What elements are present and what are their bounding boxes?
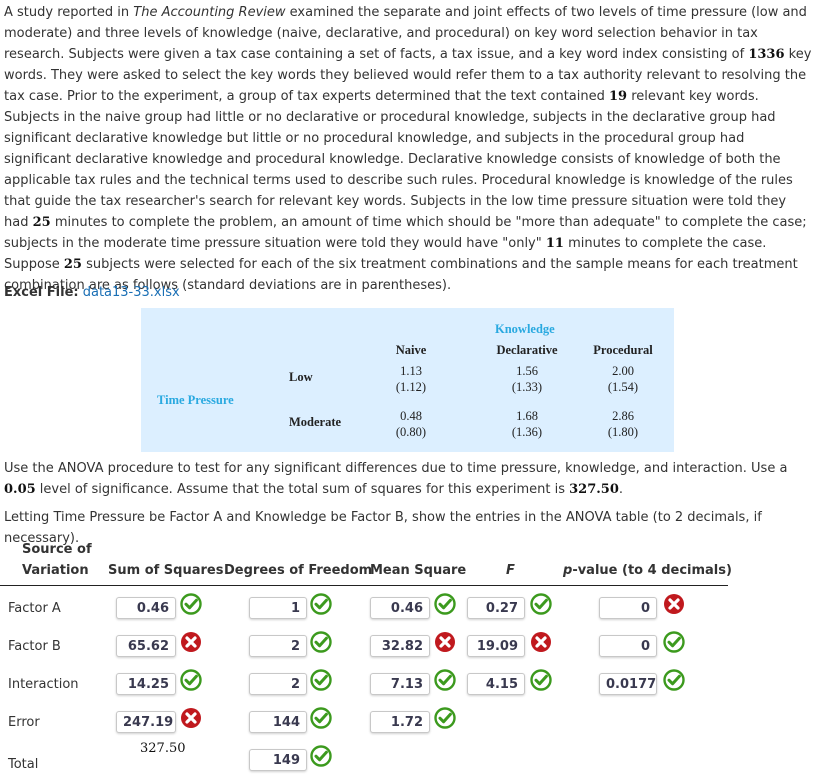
cell-low-declarative: 1.56 (1.33) bbox=[487, 363, 567, 395]
row-label-factor-b: Factor B bbox=[8, 639, 61, 654]
factor-b-sum-of-squares-input[interactable]: 65.62 bbox=[116, 635, 176, 657]
error-degrees-of-freedom-input[interactable]: 144 bbox=[249, 711, 307, 733]
interaction-degrees-of-freedom-input[interactable]: 2 bbox=[249, 673, 307, 695]
correct-check-icon bbox=[180, 669, 202, 691]
mean-value: 1.13 bbox=[400, 364, 422, 378]
mean-value: 2.86 bbox=[612, 409, 634, 423]
error-sum-of-squares-input[interactable]: 247.19 bbox=[116, 711, 176, 733]
total-sum-of-squares: 327.50 bbox=[140, 741, 186, 756]
row-label-interaction: Interaction bbox=[8, 677, 79, 692]
correct-check-icon bbox=[310, 631, 332, 653]
factor-a-mean-square-input[interactable]: 0.46 bbox=[370, 597, 430, 619]
journal-title: The Accounting Review bbox=[133, 5, 286, 20]
header-source-line1: Source of bbox=[22, 542, 92, 557]
text-run: . bbox=[618, 482, 624, 497]
correct-check-icon bbox=[310, 593, 332, 615]
row-label-error: Error bbox=[8, 715, 40, 730]
text-run: relevant key words. Subjects in the naiv… bbox=[4, 89, 793, 230]
header-f: F bbox=[506, 563, 515, 578]
header-divider bbox=[0, 585, 728, 586]
col-header-procedural: Procedural bbox=[593, 343, 653, 357]
sd-value: (1.80) bbox=[607, 425, 639, 439]
excel-file-row: Excel File: data13-33.xlsx bbox=[4, 282, 180, 303]
sd-value: (0.80) bbox=[395, 425, 427, 439]
factor-b-f-statistic-input[interactable]: 19.09 bbox=[467, 635, 525, 657]
factor-b-degrees-of-freedom-input[interactable]: 2 bbox=[249, 635, 307, 657]
given-value: 11 bbox=[545, 236, 564, 251]
error-mean-square-input[interactable]: 1.72 bbox=[370, 711, 430, 733]
interaction-sum-of-squares-input[interactable]: 14.25 bbox=[116, 673, 176, 695]
time-pressure-factor-title: Time Pressure bbox=[157, 393, 234, 407]
mean-value: 2.00 bbox=[612, 364, 634, 378]
interaction-p-value-input[interactable]: 0.0177 bbox=[599, 673, 657, 695]
factor-a-sum-of-squares-input[interactable]: 0.46 bbox=[116, 597, 176, 619]
mean-value: 1.56 bbox=[516, 364, 538, 378]
col-header-declarative: Declarative bbox=[496, 343, 558, 357]
header-mean-square: Mean Square bbox=[370, 563, 467, 578]
correct-check-icon bbox=[530, 593, 552, 615]
problem-intro: A study reported in The Accounting Revie… bbox=[4, 2, 812, 296]
header-p-value: p-value (to 4 decimals) bbox=[563, 563, 732, 578]
text-run: Use the ANOVA procedure to test for any … bbox=[4, 461, 788, 476]
factor-b-p-value-input[interactable]: 0 bbox=[599, 635, 657, 657]
sd-value: (1.12) bbox=[395, 380, 427, 394]
header-sum-of-squares: Sum of Squares bbox=[108, 563, 224, 578]
header-p-suffix: -value (to 4 decimals) bbox=[572, 563, 732, 578]
correct-check-icon bbox=[310, 745, 332, 767]
cell-moderate-declarative: 1.68 (1.36) bbox=[487, 408, 567, 440]
anova-instructions: Use the ANOVA procedure to test for any … bbox=[4, 458, 812, 500]
correct-check-icon bbox=[434, 707, 456, 729]
incorrect-x-icon bbox=[663, 593, 685, 615]
correct-check-icon bbox=[663, 631, 685, 653]
mean-value: 1.68 bbox=[516, 409, 538, 423]
correct-check-icon bbox=[434, 669, 456, 691]
sd-value: (1.54) bbox=[607, 380, 639, 394]
factor-a-f-statistic-input[interactable]: 0.27 bbox=[467, 597, 525, 619]
row-label-factor-a: Factor A bbox=[8, 601, 61, 616]
row-label-total: Total bbox=[8, 757, 39, 772]
correct-check-icon bbox=[663, 669, 685, 691]
text-run: A study reported in bbox=[4, 5, 134, 20]
factor-a-p-value-input[interactable]: 0 bbox=[599, 597, 657, 619]
incorrect-x-icon bbox=[530, 631, 552, 653]
knowledge-factor-title: Knowledge bbox=[495, 322, 555, 336]
cell-moderate-naive: 0.48 (0.80) bbox=[371, 408, 451, 440]
correct-check-icon bbox=[310, 669, 332, 691]
text-run: level of significance. Assume that the t… bbox=[35, 482, 570, 497]
given-value: 19 bbox=[609, 89, 628, 104]
interaction-f-statistic-input[interactable]: 4.15 bbox=[467, 673, 525, 695]
header-p-italic: p bbox=[563, 563, 573, 578]
excel-file-link[interactable]: data13-33.xlsx bbox=[83, 285, 180, 300]
given-value: 25 bbox=[32, 215, 51, 230]
factor-a-degrees-of-freedom-input[interactable]: 1 bbox=[249, 597, 307, 619]
sample-means-table: Knowledge Naive Declarative Procedural T… bbox=[141, 308, 674, 452]
total-degrees-of-freedom-input[interactable]: 149 bbox=[249, 749, 307, 771]
given-value: 25 bbox=[63, 257, 82, 272]
sd-value: (1.33) bbox=[511, 380, 543, 394]
incorrect-x-icon bbox=[180, 631, 202, 653]
header-source-line2: Variation bbox=[22, 563, 89, 578]
cell-low-naive: 1.13 (1.12) bbox=[371, 363, 451, 395]
sd-value: (1.36) bbox=[511, 425, 543, 439]
correct-check-icon bbox=[310, 707, 332, 729]
anova-table-instructions: Letting Time Pressure be Factor A and Kn… bbox=[4, 510, 762, 546]
correct-check-icon bbox=[180, 593, 202, 615]
given-value: 327.50 bbox=[569, 482, 619, 497]
row-header-low: Low bbox=[289, 370, 313, 384]
header-degrees-of-freedom: Degrees of Freedom bbox=[224, 563, 373, 578]
mean-value: 0.48 bbox=[400, 409, 422, 423]
correct-check-icon bbox=[434, 593, 456, 615]
excel-file-label: Excel File: bbox=[4, 285, 79, 300]
col-header-naive: Naive bbox=[395, 343, 427, 357]
cell-low-procedural: 2.00 (1.54) bbox=[583, 363, 663, 395]
incorrect-x-icon bbox=[180, 707, 202, 729]
cell-moderate-procedural: 2.86 (1.80) bbox=[583, 408, 663, 440]
correct-check-icon bbox=[530, 669, 552, 691]
given-value: 1336 bbox=[748, 47, 785, 62]
row-header-moderate: Moderate bbox=[289, 415, 342, 429]
interaction-mean-square-input[interactable]: 7.13 bbox=[370, 673, 430, 695]
factor-b-mean-square-input[interactable]: 32.82 bbox=[370, 635, 430, 657]
given-value: 0.05 bbox=[4, 482, 36, 497]
incorrect-x-icon bbox=[434, 631, 456, 653]
